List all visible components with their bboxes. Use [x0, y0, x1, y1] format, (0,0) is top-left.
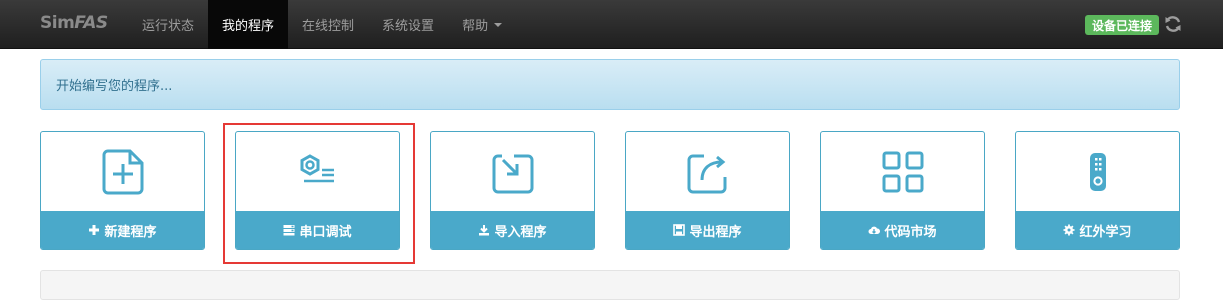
export-program-button[interactable]: 导出程序	[626, 211, 789, 249]
new-program-button[interactable]: 新建程序	[41, 211, 204, 249]
connection-status-badge: 设备已连接	[1084, 15, 1159, 35]
new-program-card[interactable]: 新建程序	[40, 131, 205, 250]
brand-part2: FAS	[74, 13, 108, 33]
bottom-panel	[40, 270, 1180, 300]
server-icon	[283, 225, 295, 236]
card-label: 新建程序	[104, 224, 157, 240]
main-nav: 运行状态 我的程序 在线控制 系统设置 帮助	[128, 0, 516, 49]
card-label: 导出程序	[689, 224, 742, 240]
cloud-download-icon	[868, 226, 881, 234]
new-file-icon	[102, 149, 143, 195]
ir-learning-card[interactable]: 红外学习	[1015, 131, 1180, 250]
nav-item-online-control[interactable]: 在线控制	[288, 0, 368, 49]
nav-label: 帮助	[462, 19, 489, 34]
download-icon	[479, 225, 490, 236]
serial-debug-icon	[300, 154, 334, 183]
nav-label: 我的程序	[222, 19, 275, 34]
gear-icon	[1063, 224, 1075, 236]
card-label: 串口调试	[299, 224, 352, 240]
grid-icon	[882, 151, 923, 193]
ir-learning-button[interactable]: 红外学习	[1016, 211, 1179, 249]
remote-icon	[1089, 153, 1106, 191]
import-icon	[492, 154, 533, 194]
info-alert: 开始编写您的程序...	[40, 59, 1180, 110]
import-program-card[interactable]: 导入程序	[430, 131, 595, 250]
nav-item-my-programs[interactable]: 我的程序	[208, 0, 289, 49]
brand-logo[interactable]: Sim FAS	[40, 13, 108, 35]
export-program-card[interactable]: 导出程序	[625, 131, 790, 250]
card-label: 红外学习	[1079, 224, 1132, 240]
refresh-icon[interactable]	[1163, 14, 1183, 34]
brand-part1: Sim	[40, 13, 75, 33]
alert-text: 开始编写您的程序...	[56, 79, 173, 94]
export-icon	[687, 154, 726, 194]
serial-debug-card[interactable]: 串口调试	[235, 131, 400, 250]
card-label: 导入程序	[494, 224, 547, 240]
nav-label: 系统设置	[382, 19, 435, 34]
chevron-down-icon	[494, 22, 503, 27]
nav-item-help[interactable]: 帮助	[448, 0, 516, 49]
code-market-card[interactable]: 代码市场	[820, 131, 985, 250]
nav-label: 运行状态	[142, 19, 195, 34]
import-program-button[interactable]: 导入程序	[431, 211, 594, 249]
navbar: Sim FAS 运行状态 我的程序 在线控制 系统设置 帮助 设备已连接	[0, 0, 1223, 49]
nav-label: 在线控制	[302, 19, 355, 34]
plus-icon	[89, 225, 100, 235]
card-label: 代码市场	[884, 224, 937, 240]
code-market-button[interactable]: 代码市场	[821, 211, 984, 249]
nav-item-settings[interactable]: 系统设置	[368, 0, 448, 49]
serial-debug-button[interactable]: 串口调试	[236, 211, 399, 249]
save-icon	[673, 224, 686, 236]
nav-item-status[interactable]: 运行状态	[128, 0, 208, 49]
